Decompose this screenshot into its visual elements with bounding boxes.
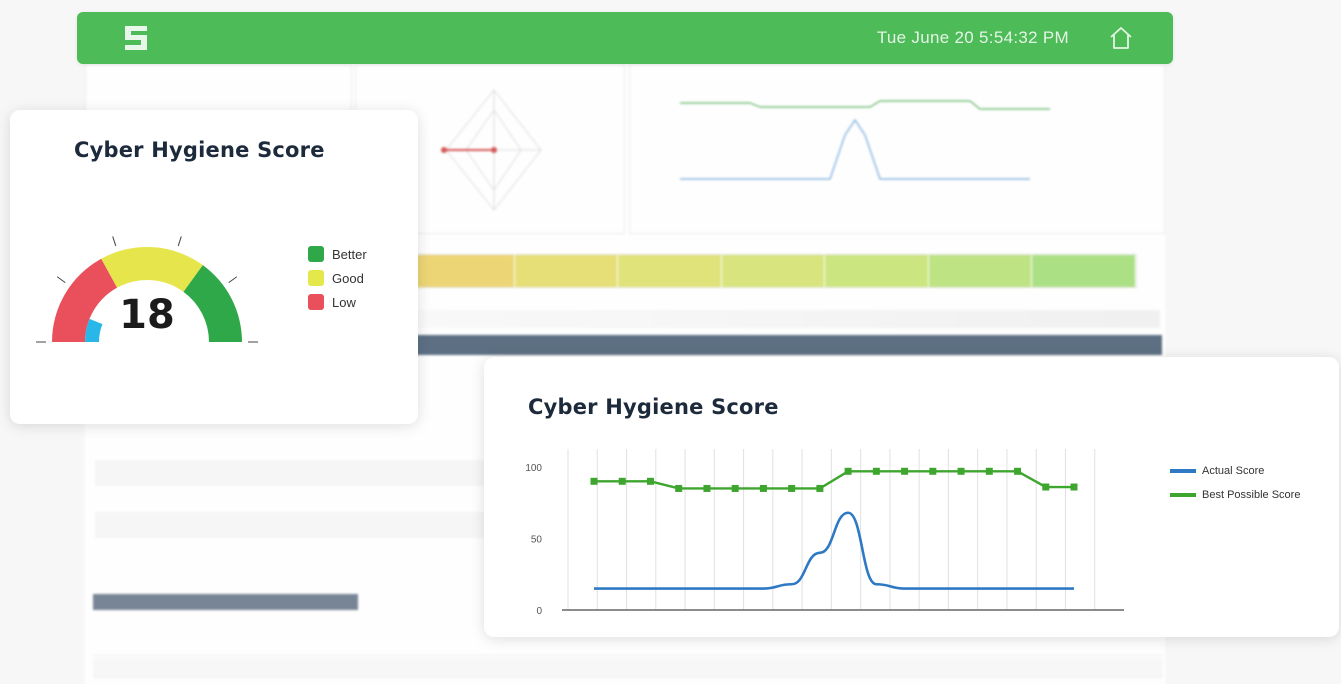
series-point-best-possible	[788, 484, 796, 492]
tab-active[interactable]	[93, 594, 358, 610]
series-point-best-possible	[759, 484, 767, 492]
table-row[interactable]	[95, 512, 485, 538]
gauge-score: 18	[119, 292, 175, 338]
series-point-best-possible	[590, 477, 598, 485]
legend-better-swatch	[308, 246, 324, 262]
heatmap-bar	[410, 254, 1137, 288]
legend-best-swatch	[1170, 493, 1196, 497]
legend-low-label: Low	[332, 294, 356, 310]
series-point-best-possible	[985, 467, 993, 475]
gauge-tick	[228, 276, 238, 284]
logo-icon	[125, 26, 147, 50]
series-point-best-possible	[957, 467, 965, 475]
legend-low-swatch	[308, 294, 324, 310]
clock-text: Tue June 20 5:54:32 PM	[876, 28, 1069, 47]
y-tick-label: 50	[531, 535, 543, 546]
gauge-tick	[112, 236, 117, 247]
table-row[interactable]	[93, 636, 1163, 656]
y-tick-label: 100	[525, 463, 542, 474]
series-point-best-possible	[646, 477, 654, 485]
series-point-best-possible	[703, 484, 711, 492]
legend-actual-score: Actual Score	[1170, 465, 1264, 477]
app: Tue June 20 5:54:32 PM Cyber Hygiene Sco…	[0, 0, 1341, 684]
series-point-best-possible	[816, 484, 824, 492]
gauge-segment-good	[101, 247, 203, 292]
legend-best-label: Best Possible Score	[1202, 489, 1301, 501]
legend-actual-label: Actual Score	[1202, 465, 1265, 477]
table-row[interactable]	[95, 486, 485, 512]
series-point-best-possible	[844, 467, 852, 475]
table-row[interactable]	[95, 434, 485, 460]
series-line-best-possible	[594, 470, 1074, 490]
gauge-tick	[177, 236, 182, 247]
legend-actual-swatch	[1170, 469, 1196, 473]
legend-good-label: Good	[332, 270, 364, 286]
gauge-card: Cyber Hygiene Score 18 Better Good Low	[10, 110, 418, 424]
line-chart-card: Cyber Hygiene Score 100 50 0 Actual Score …	[484, 357, 1339, 637]
gauge-tick	[56, 276, 66, 284]
series-point-best-possible	[1042, 483, 1050, 491]
legend-good: Good	[308, 270, 364, 286]
legend-better-label: Better	[332, 246, 367, 262]
series-point-best-possible	[675, 484, 683, 492]
legend-low: Low	[308, 294, 356, 310]
gauge-card-title: Cyber Hygiene Score	[74, 138, 325, 162]
panel-line-mini	[629, 64, 1165, 234]
table-row[interactable]	[95, 460, 485, 486]
legend-good-swatch	[308, 270, 324, 286]
series-point-best-possible	[731, 484, 739, 492]
line-chart: 100 50 0	[525, 449, 1124, 617]
top-bar: Tue June 20 5:54:32 PM	[77, 12, 1173, 64]
legend-better: Better	[308, 246, 367, 262]
legend-best-score: Best Possible Score	[1170, 489, 1300, 501]
mini-line-chart	[680, 100, 1050, 180]
series-point-best-possible	[1014, 467, 1022, 475]
series-point-best-possible	[872, 467, 880, 475]
table-row[interactable]	[93, 658, 1163, 678]
series-point-best-possible	[929, 467, 937, 475]
gauge-segment-low	[52, 258, 118, 342]
series-point-best-possible	[618, 477, 626, 485]
y-tick-label: 0	[536, 606, 542, 617]
series-point-best-possible	[901, 467, 909, 475]
home-icon[interactable]	[1107, 24, 1135, 52]
series-line-actual	[593, 511, 1074, 590]
filter-bar[interactable]	[410, 310, 1160, 328]
table-header	[410, 335, 1162, 355]
series-point-best-possible	[1070, 483, 1078, 491]
